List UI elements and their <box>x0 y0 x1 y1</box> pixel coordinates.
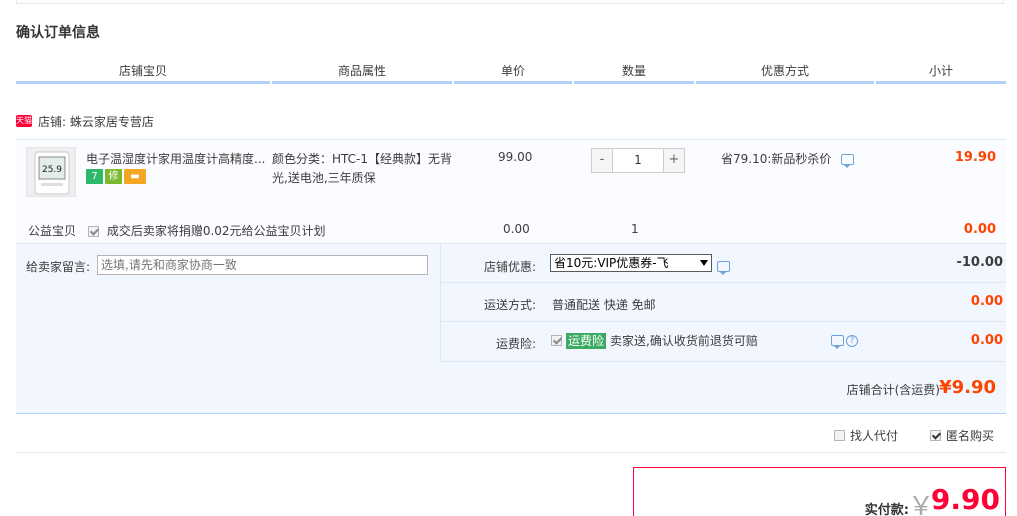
header-bar <box>696 81 874 84</box>
dropdown-arrow-icon <box>700 260 708 266</box>
col-header-unit-price: 单价 <box>500 64 525 78</box>
discount-amount: -10.00 <box>956 255 1003 270</box>
header-bar <box>574 81 694 84</box>
shop-total-value: ¥9.90 <box>939 377 996 398</box>
divider <box>441 361 1006 362</box>
proxy-pay-option[interactable]: 找人代付 <box>834 427 898 444</box>
item-subtotal: 19.90 <box>954 150 996 165</box>
promo-text: 省79.10:新品秒杀价 <box>721 152 832 166</box>
charity-subtotal: 0.00 <box>963 222 996 237</box>
payment-label: 实付款: <box>864 503 909 516</box>
charity-price: 0.00 <box>503 222 530 236</box>
repair-service-icon: 修 <box>105 169 122 184</box>
insurance-label: 运费险: <box>495 337 536 351</box>
anonymous-option[interactable]: 匿名购买 <box>930 427 994 444</box>
unit-price: 99.00 <box>498 150 533 164</box>
divider <box>16 413 1006 414</box>
header-bar <box>16 81 270 84</box>
divider <box>441 282 1006 283</box>
chat-icon[interactable] <box>841 154 855 168</box>
col-header-subtotal: 小计 <box>928 64 953 78</box>
divider <box>440 243 441 361</box>
top-frame-line <box>16 0 1004 4</box>
qty-increase-button[interactable]: + <box>664 149 684 172</box>
divider <box>441 321 1006 322</box>
discount-select[interactable]: 省10元:VIP优惠券-飞 <box>550 254 712 272</box>
shop-row: 天猫 店铺: 蛛云家居专营店 <box>16 112 154 130</box>
charity-checkbox[interactable] <box>88 226 99 237</box>
seven-day-return-icon: 7 <box>86 169 103 184</box>
insurance-help: ? <box>831 335 858 349</box>
promo-info: 省79.10:新品秒杀价 <box>721 150 855 168</box>
proxy-pay-checkbox[interactable] <box>834 430 845 441</box>
page-title: 确认订单信息 <box>16 25 100 41</box>
shop-name-link[interactable]: 店铺: 蛛云家居专营店 <box>38 113 154 130</box>
insurance-amount: 0.00 <box>970 333 1003 348</box>
product-thumbnail[interactable]: 25.9 <box>26 147 76 197</box>
header-bar <box>876 81 1006 84</box>
charity-option: 成交后卖家将捐赠0.02元给公益宝贝计划 <box>88 222 326 239</box>
discount-label: 店铺优惠: <box>483 260 536 274</box>
help-icon[interactable]: ? <box>846 335 858 347</box>
tmall-icon: 天猫 <box>16 115 32 127</box>
product-title-link[interactable]: 电子温湿度计家用温度计高精度... <box>86 150 266 167</box>
payment-total: 9.90 <box>930 483 1000 516</box>
proxy-pay-label: 找人代付 <box>850 429 899 443</box>
qty-input[interactable]: 1 <box>612 149 664 172</box>
insurance-tag: 运费险 <box>566 332 607 349</box>
header-bar <box>272 81 452 84</box>
shipping-value: 普通配送 快递 免邮 <box>552 298 656 312</box>
anonymous-checkbox[interactable] <box>930 430 941 441</box>
thumb-lcd-text: 25.9 <box>42 165 62 175</box>
chat-icon[interactable] <box>717 261 730 275</box>
header-bar <box>454 81 572 84</box>
discount-selected-value: 省10元:VIP优惠券-飞 <box>554 256 669 270</box>
insurance-option: 运费险 卖家送,确认收货前退货可赔 <box>551 332 758 349</box>
col-header-attributes: 商品属性 <box>337 64 386 78</box>
charity-qty: 1 <box>631 222 639 236</box>
divider <box>16 452 1006 453</box>
col-header-quantity: 数量 <box>621 64 646 78</box>
attr-line: 颜色分类：HTC-1【经典款】无背 <box>272 152 452 166</box>
charity-text: 成交后卖家将捐赠0.02元给公益宝贝计划 <box>106 224 326 238</box>
credit-card-icon: ▬ <box>124 169 146 184</box>
message-input[interactable] <box>97 255 428 275</box>
chat-icon[interactable] <box>831 335 844 349</box>
anonymous-label: 匿名购买 <box>946 429 995 443</box>
product-attributes: 颜色分类：HTC-1【经典款】无背 光,送电池,三年质保 <box>272 150 452 188</box>
shipping-amount: 0.00 <box>970 294 1003 309</box>
service-badges: 7 修 ▬ <box>86 169 146 184</box>
quantity-stepper: - 1 + <box>591 148 685 173</box>
message-label: 给卖家留言: <box>26 260 91 274</box>
insurance-text: 卖家送,确认收货前退货可赔 <box>610 334 758 348</box>
attr-line: 光,送电池,三年质保 <box>272 171 376 185</box>
shipping-label: 运送方式: <box>483 298 536 312</box>
col-header-discount: 优惠方式 <box>760 64 809 78</box>
charity-label: 公益宝贝 <box>28 224 77 238</box>
shop-total-label: 店铺合计(含运费) <box>846 383 940 397</box>
qty-decrease-button[interactable]: - <box>592 149 612 172</box>
col-header-shop-item: 店铺宝贝 <box>118 64 167 78</box>
insurance-checkbox[interactable] <box>551 335 562 346</box>
